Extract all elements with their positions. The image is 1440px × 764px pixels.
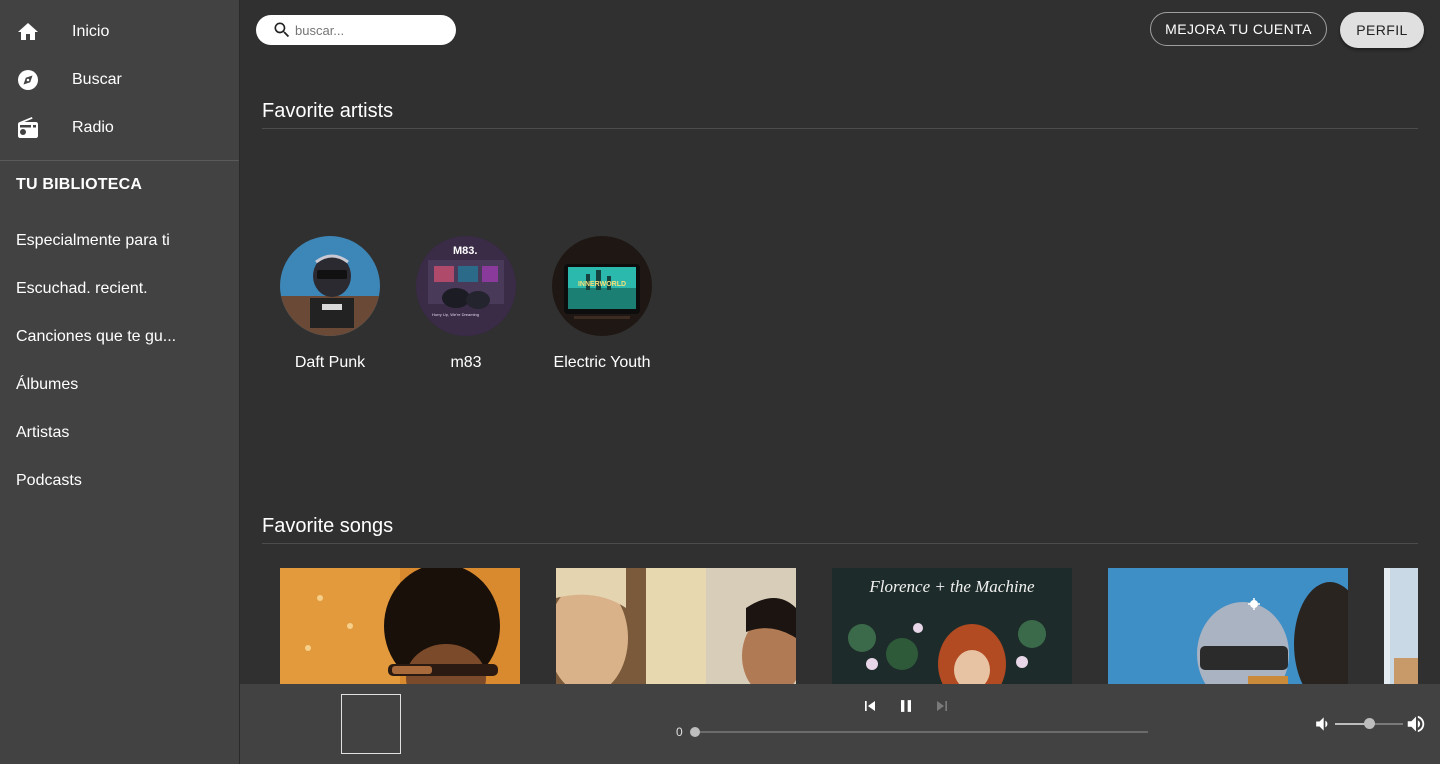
volume-up-icon[interactable]: [1405, 713, 1427, 735]
song-cover-1[interactable]: [280, 568, 520, 684]
library-item-artistas[interactable]: Artistas: [16, 424, 69, 442]
upgrade-account-button[interactable]: MEJORA TU CUENTA: [1150, 12, 1327, 46]
library-item-especialmente[interactable]: Especialmente para ti: [16, 232, 170, 250]
library-item-recientes[interactable]: Escuchad. recient.: [16, 280, 148, 298]
section-divider: [262, 543, 1418, 544]
previous-track-icon[interactable]: [860, 696, 880, 716]
library-item-canciones[interactable]: Canciones que te gu...: [16, 328, 176, 346]
profile-button[interactable]: PERFIL: [1340, 12, 1424, 48]
artist-card-m83[interactable]: M83. Hurry Up, We're Dreaming m83: [398, 236, 534, 372]
search-input[interactable]: [295, 20, 445, 40]
song-cover-daft-punk[interactable]: [1108, 568, 1348, 684]
player-bar: 0: [240, 684, 1440, 764]
nav-label: Radio: [72, 119, 114, 136]
artist-name: m83: [450, 354, 482, 371]
artist-name: Daft Punk: [294, 354, 366, 371]
pause-icon[interactable]: [896, 696, 916, 716]
volume-slider-thumb[interactable]: [1363, 718, 1375, 729]
nav-label: Inicio: [72, 23, 110, 40]
m83-cover-subtext: Hurry Up, We're Dreaming: [432, 312, 479, 317]
song-cover-florence[interactable]: Florence + the Machine: [832, 568, 1072, 684]
volume-down-icon[interactable]: [1312, 714, 1332, 734]
section-divider: [262, 128, 1418, 129]
progress-slider-thumb[interactable]: [690, 727, 700, 737]
florence-cover-text: Florence + the Machine: [868, 577, 1035, 596]
electric-youth-cover-text: INNERWORLD: [578, 281, 626, 288]
nav-item-buscar[interactable]: Buscar: [0, 56, 239, 104]
m83-cover-text: M83.: [453, 245, 477, 257]
compass-icon: [18, 70, 38, 90]
library-title: TU BIBLIOTECA: [16, 176, 143, 193]
artist-card-daft-punk[interactable]: Daft Punk: [262, 236, 398, 372]
sidebar-divider: [0, 160, 239, 161]
song-cover-partial[interactable]: [1384, 568, 1418, 684]
electric-youth-avatar: INNERWORLD: [552, 236, 652, 336]
favorite-songs-title: Favorite songs: [262, 515, 394, 537]
sidebar: Inicio Buscar Radio TU BIBLIOTECA Especi…: [0, 0, 240, 764]
nav-item-inicio[interactable]: Inicio: [0, 8, 239, 56]
library-item-albumes[interactable]: Álbumes: [16, 376, 78, 394]
favorite-artists-title: Favorite artists: [262, 100, 394, 122]
elapsed-time: 0: [676, 725, 683, 739]
m83-avatar: M83. Hurry Up, We're Dreaming: [416, 236, 516, 336]
next-track-icon[interactable]: [932, 696, 952, 716]
library-item-podcasts[interactable]: Podcasts: [16, 472, 82, 490]
artist-card-electric-youth[interactable]: INNERWORLD Electric Youth: [534, 236, 670, 372]
nav-item-radio[interactable]: Radio: [0, 104, 239, 152]
song-cover-2[interactable]: [556, 568, 796, 684]
artist-name: Electric Youth: [553, 354, 651, 371]
search-box[interactable]: [256, 15, 456, 45]
progress-track[interactable]: [695, 731, 1148, 733]
search-icon: [274, 22, 290, 38]
nav-label: Buscar: [72, 71, 122, 88]
now-playing-artwork: [341, 694, 401, 754]
radio-icon: [18, 117, 38, 138]
home-icon: [18, 23, 38, 40]
daft-punk-avatar: [280, 236, 380, 336]
